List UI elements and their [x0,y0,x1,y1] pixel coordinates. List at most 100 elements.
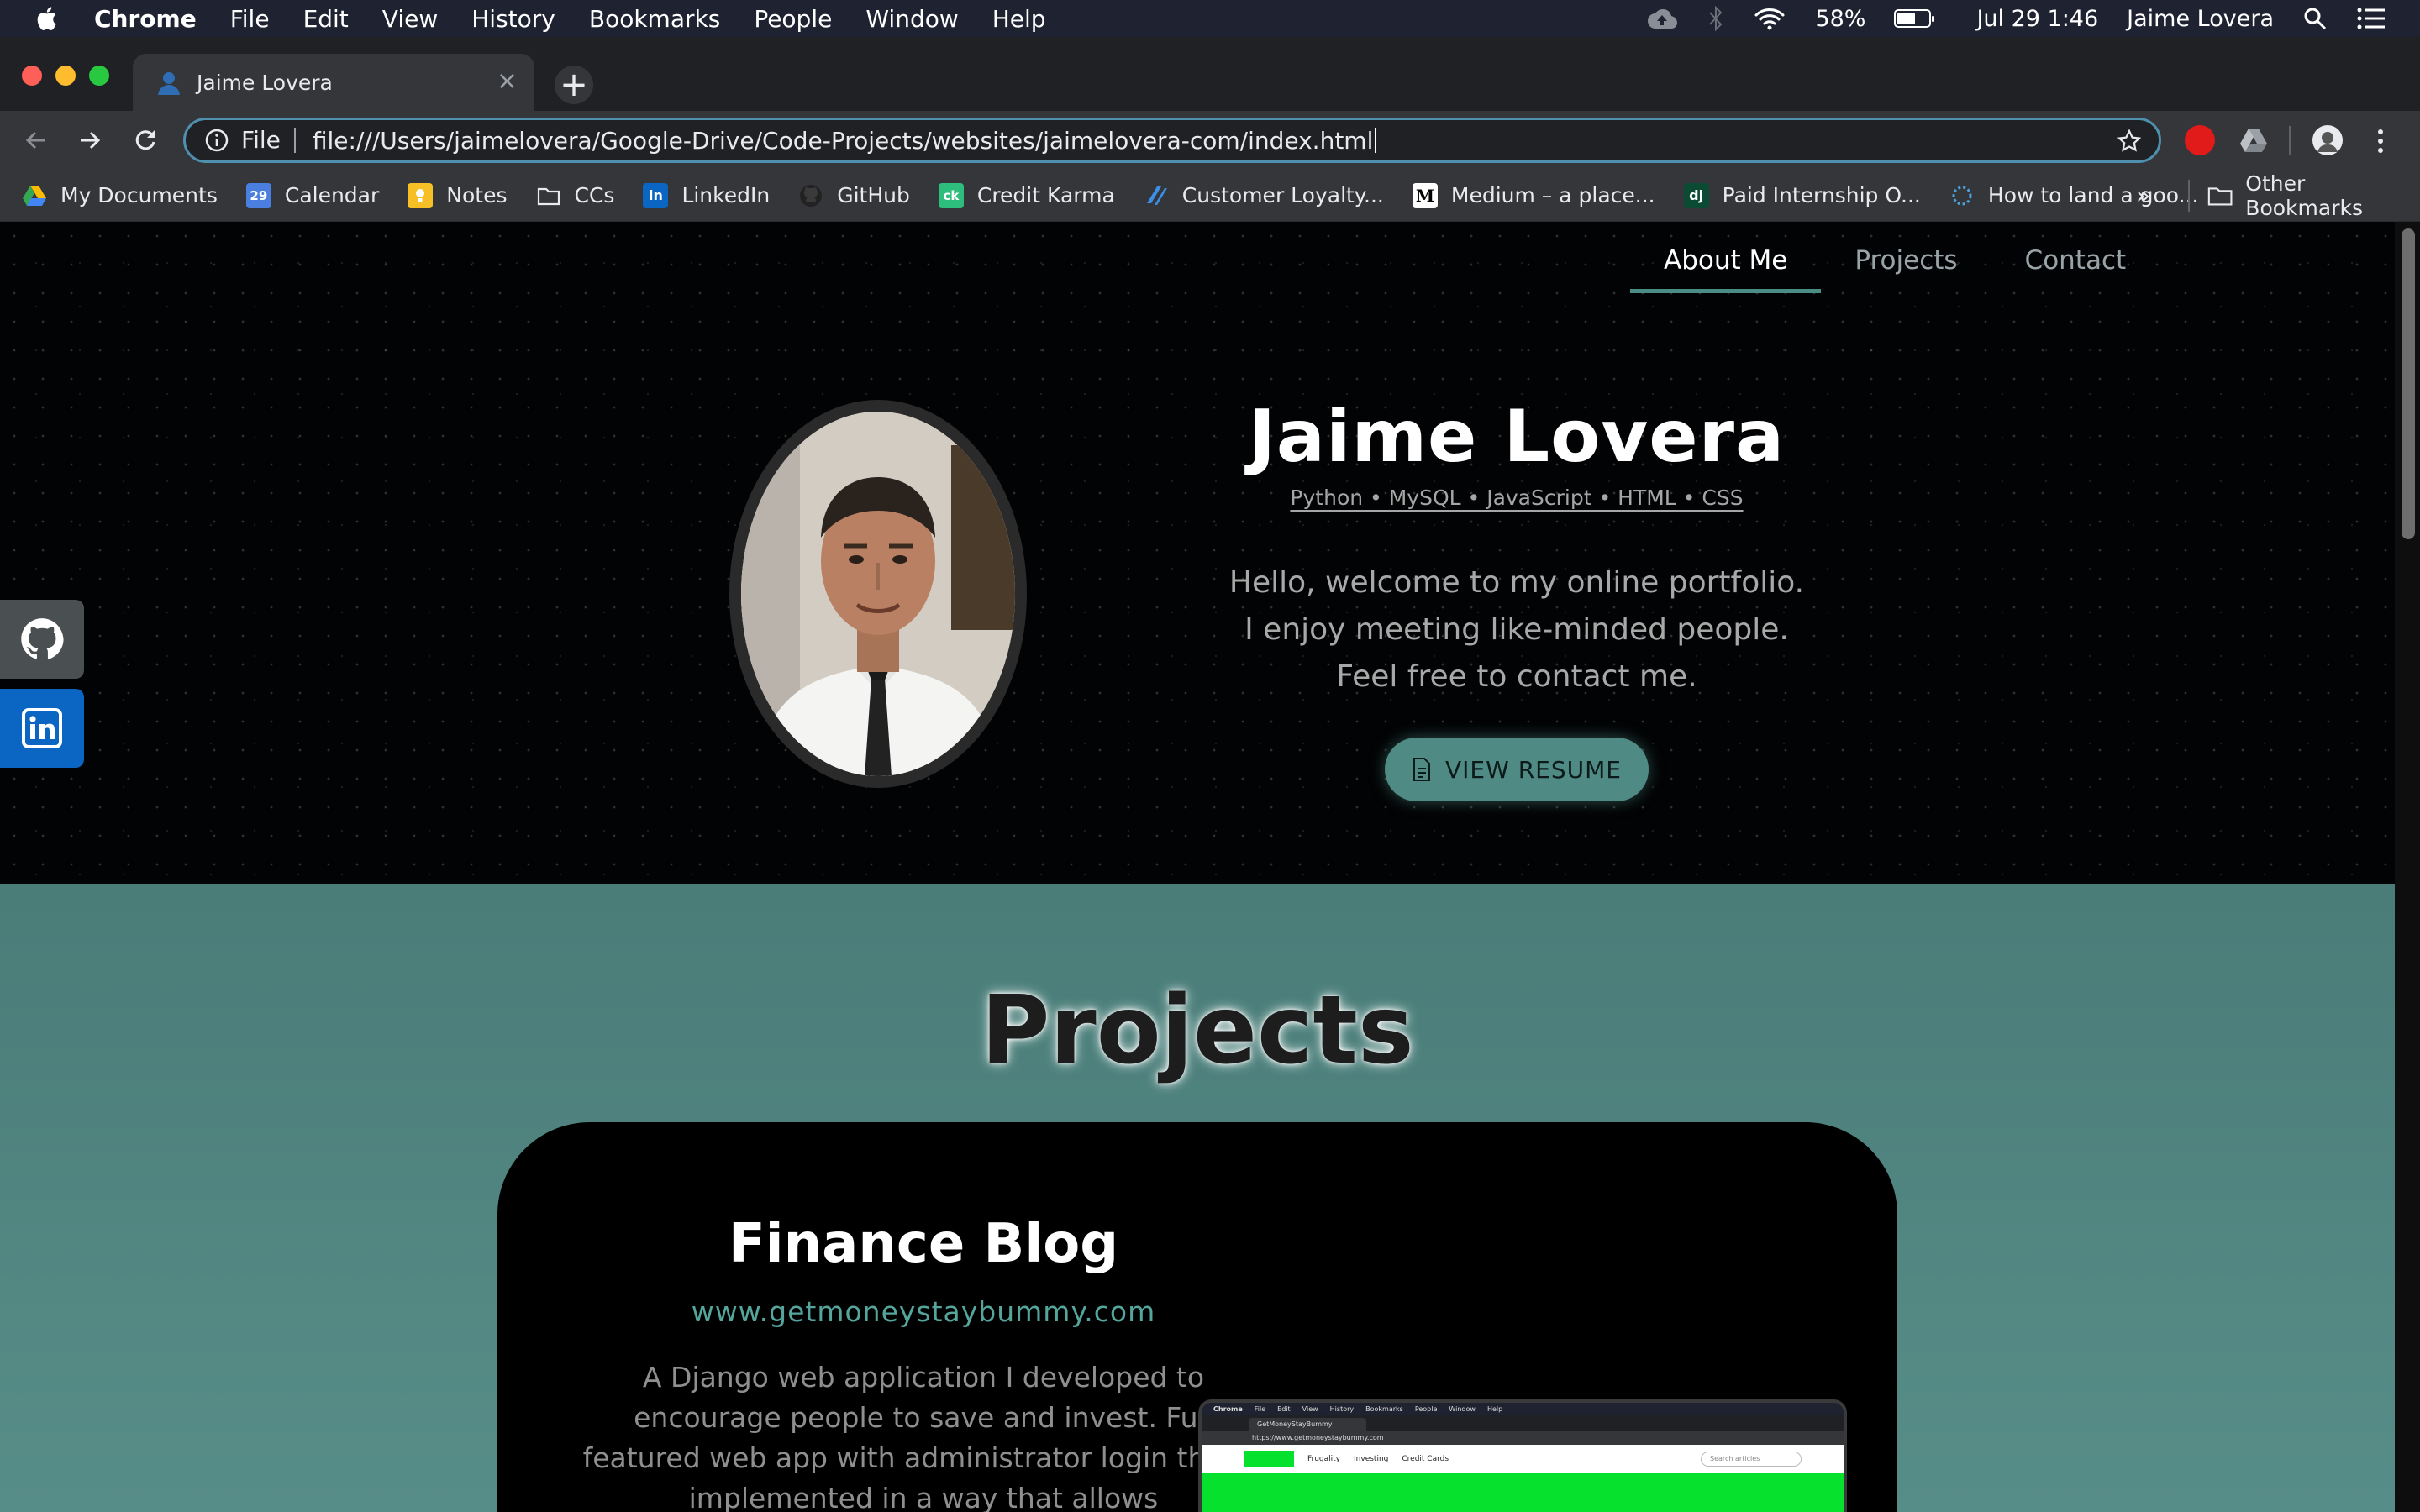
shot-menu-item: Help [1486,1404,1503,1413]
profile-avatar-icon[interactable] [2312,125,2343,155]
bookmark-my-documents[interactable]: My Documents [22,183,218,208]
arrow-left-icon [25,131,45,150]
adblock-extension-icon[interactable] [2185,125,2215,155]
other-bookmarks[interactable]: Other Bookmarks [2188,171,2420,220]
bookmark-label: My Documents [60,183,218,207]
profile-photo [729,400,1027,788]
linkedin-social-button[interactable] [0,689,84,768]
bio-line: Feel free to contact me. [1336,659,1697,694]
shot-tab: GetMoneyStayBummy [1249,1418,1366,1431]
google-drive-extension-icon[interactable] [2238,125,2269,155]
bookmark-paid-internship[interactable]: dj Paid Internship O... [1683,182,1921,208]
url-text[interactable]: file:///Users/jaimelovera/Google-Drive/C… [313,127,1374,155]
window-close-button[interactable] [22,66,42,86]
projects-section: Projects Finance Blog www.getmoneystaybu… [0,884,2395,1512]
bookmark-label: Paid Internship O... [1722,183,1921,207]
menu-edit[interactable]: Edit [303,5,349,33]
menu-people[interactable]: People [754,5,832,33]
battery-icon[interactable] [1894,9,1935,28]
scrollbar-thumb[interactable] [2402,228,2415,539]
apple-icon[interactable] [34,4,62,33]
menubar-user[interactable]: Jaime Lovera [2127,6,2274,32]
project-card: Finance Blog www.getmoneystaybummy.com A… [497,1122,1897,1512]
notification-center-icon[interactable] [2356,7,2386,30]
reload-button[interactable] [128,123,163,158]
nav-contact[interactable]: Contact [1991,237,2160,293]
folder-icon [537,187,560,205]
menu-help[interactable]: Help [992,5,1046,33]
menu-window[interactable]: Window [865,5,958,33]
cloud-icon[interactable] [1645,8,1679,29]
hero-bio: Hello, welcome to my online portfolio. I… [1126,559,1907,701]
bookmark-ccs[interactable]: CCs [536,183,614,208]
window-zoom-button[interactable] [89,66,109,86]
nav-about-me[interactable]: About Me [1630,237,1822,293]
menu-file[interactable]: File [230,5,270,33]
shot-menu-item: Chrome [1213,1404,1243,1413]
bookmark-linkedin[interactable]: in LinkedIn [643,182,771,208]
wifi-icon[interactable] [1753,6,1786,31]
battery-fill [1897,13,1916,24]
menu-view[interactable]: View [382,5,438,33]
bluetooth-icon[interactable] [1707,6,1724,31]
tab-close-icon[interactable]: × [497,69,518,94]
bookmark-github[interactable]: GitHub [798,183,910,208]
reload-icon [135,130,155,150]
page-scrollbar[interactable] [2395,222,2420,1512]
projects-heading: Projects [981,976,1414,1085]
project-link[interactable]: www.getmoneystaybummy.com [573,1295,1274,1328]
folder-icon [2207,187,2233,206]
macos-menu-bar: Chrome File Edit View History Bookmarks … [0,0,2420,37]
url-scheme-chip: File [241,128,296,153]
profile-favicon-icon [158,72,180,95]
portrait-illustration [741,412,1015,776]
bookmark-label: How to land a goo... [1987,183,2199,207]
document-icon [1413,758,1431,781]
menu-history[interactable]: History [471,5,555,33]
shot-nav-item: Credit Cards [1402,1455,1449,1463]
bookmark-label: LinkedIn [681,183,771,207]
project-screenshot[interactable]: Chrome File Edit View History Bookmarks … [1198,1399,1847,1512]
project-description: A Django web application I developed to … [582,1361,1265,1512]
shot-site-logo [1244,1451,1294,1467]
menubar-datetime[interactable]: Jul 29 1:46 [1976,6,2098,32]
spotlight-icon[interactable] [2302,6,2328,31]
hero-name: Jaime Lovera [1248,395,1786,479]
skills-text: Python • MySQL • JavaScript • HTML • CSS [1290,486,1744,510]
chrome-menu-icon[interactable] [2375,128,2386,155]
menu-bookmarks[interactable]: Bookmarks [589,5,720,33]
new-tab-button[interactable]: + [555,66,593,104]
browser-toolbar: File file:///Users/jaimelovera/Google-Dr… [0,111,2420,170]
bookmarks-overflow-button[interactable]: » [2136,181,2150,209]
bookmark-how-to-land[interactable]: How to land a goo... [1949,183,2199,208]
bookmark-star-icon[interactable] [2117,129,2142,154]
window-minimize-button[interactable] [55,66,76,86]
bookmark-customer-loyalty[interactable]: Customer Loyalty... [1144,183,1384,208]
bio-line: Hello, welcome to my online portfolio. [1228,565,1805,600]
shot-address-bar: https://www.getmoneystaybummy.com [1202,1431,1844,1445]
project-title: Finance Blog [728,1213,1119,1275]
view-resume-button[interactable]: VIEW RESUME [1385,738,1649,801]
address-bar[interactable]: File file:///Users/jaimelovera/Google-Dr… [183,118,2161,163]
shot-menubar: Chrome File Edit View History Bookmarks … [1202,1403,1844,1415]
nav-projects[interactable]: Projects [1821,237,1991,293]
tab-active[interactable]: Jaime Lovera × [133,54,534,111]
other-bookmarks-label: Other Bookmarks [2245,171,2363,220]
bookmark-credit-karma[interactable]: ck Credit Karma [938,182,1115,208]
github-social-button[interactable] [0,600,84,679]
back-button[interactable] [18,123,54,158]
battery-percent: 58% [1815,5,1866,32]
bookmark-calendar[interactable]: 29 Calendar [245,182,379,208]
loading-icon [1952,186,1972,205]
bookmark-medium[interactable]: M Medium – a place... [1412,182,1655,208]
tab-strip: Jaime Lovera × + [0,37,2420,111]
text-caret [1375,128,1377,153]
bookmark-notes[interactable]: Notes [408,182,508,208]
view-resume-label: VIEW RESUME [1445,755,1622,784]
menu-chrome[interactable]: Chrome [94,5,197,33]
django-icon: dj [1683,182,1709,208]
avatar-glyph-icon [2317,132,2338,152]
info-icon[interactable] [204,128,229,153]
bookmark-label: Medium – a place... [1450,183,1655,207]
forward-button[interactable] [72,123,108,158]
